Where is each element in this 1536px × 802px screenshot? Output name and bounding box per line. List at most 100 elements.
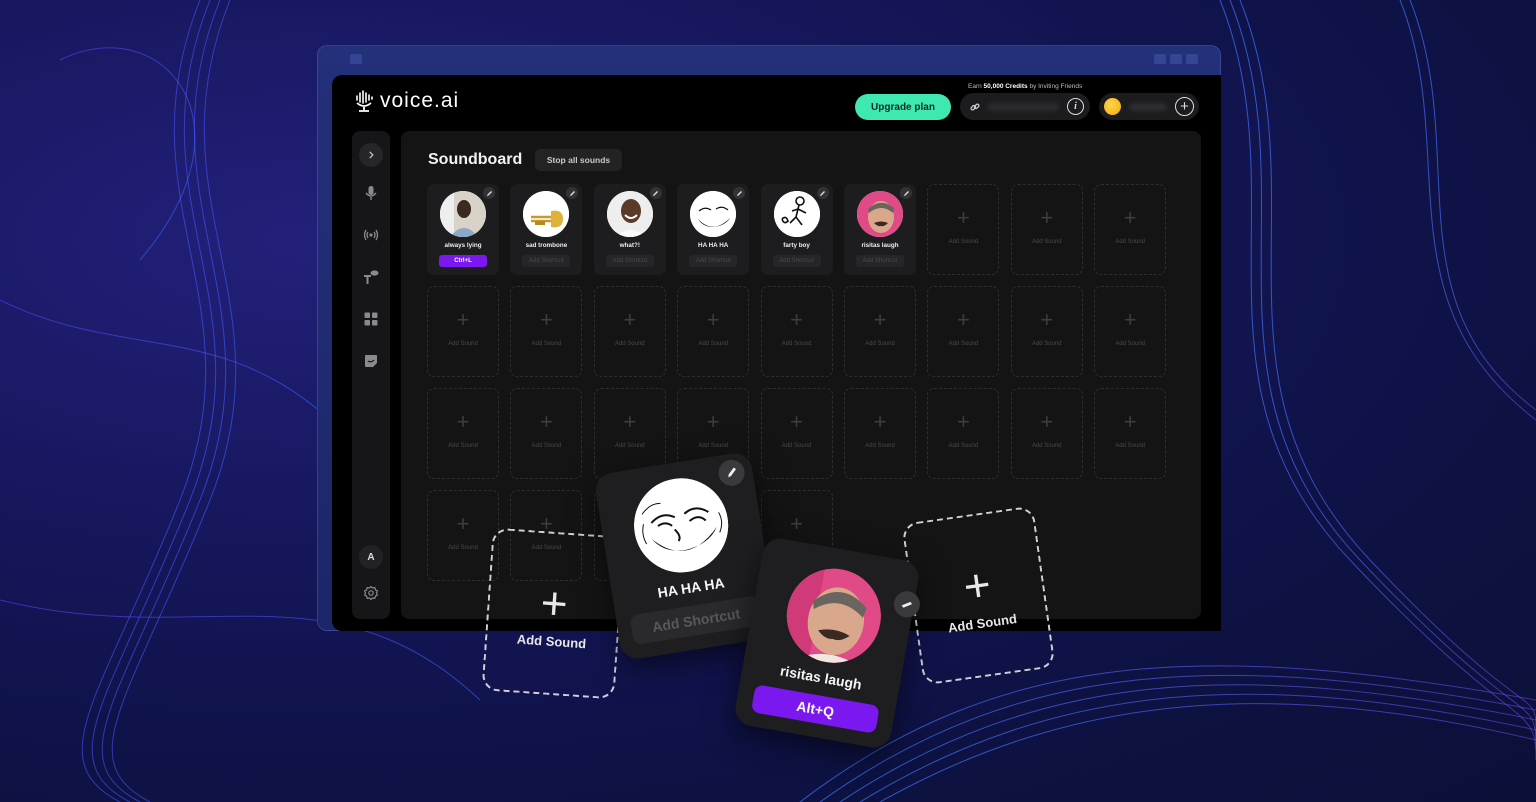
pencil-icon	[486, 190, 492, 196]
add-shortcut-button[interactable]: Add Shortcut	[605, 255, 654, 267]
add-shortcut-button[interactable]: Add Shortcut	[772, 255, 821, 267]
add-sound-label: Add Sound	[1031, 443, 1062, 449]
window-control[interactable]	[350, 54, 362, 64]
plus-icon: +	[623, 409, 637, 434]
plus-icon: +	[1123, 307, 1137, 332]
add-sound-slot[interactable]: + Add Sound	[427, 490, 499, 581]
add-sound-label: Add Sound	[698, 443, 729, 449]
info-icon[interactable]: i	[1067, 98, 1084, 115]
add-sound-slot[interactable]: + Add Sound	[427, 388, 499, 479]
sound-tile[interactable]: farty boy Add Shortcut	[760, 184, 833, 275]
add-sound-label: Add Sound	[865, 341, 895, 347]
upgrade-plan-button[interactable]: Upgrade plan	[855, 94, 951, 120]
sidebar: A	[352, 131, 390, 619]
add-sound-slot[interactable]: + Add Sound	[1094, 184, 1167, 275]
add-sound-slot[interactable]: + Add Sound	[927, 184, 1000, 275]
add-sound-label: Add Sound	[1115, 443, 1146, 449]
sound-avatar-trollface	[627, 471, 735, 580]
add-sound-slot[interactable]: + Add Sound	[427, 286, 499, 377]
add-sound-label: Add Sound	[1115, 239, 1146, 245]
add-shortcut-button[interactable]: Add Shortcut	[689, 255, 738, 267]
edit-sound-button[interactable]	[566, 187, 579, 199]
add-credits-button[interactable]: +	[1175, 97, 1194, 116]
plus-icon: +	[1123, 409, 1137, 434]
referral-link-field[interactable]: i	[960, 93, 1090, 120]
add-sound-slot[interactable]: + Add Sound	[510, 388, 583, 479]
edit-sound-button[interactable]	[733, 187, 746, 199]
add-sound-slot[interactable]: + Add Sound	[1094, 286, 1167, 377]
sound-name: sad trombone	[525, 242, 568, 249]
plus-icon: +	[873, 307, 887, 332]
plus-icon: +	[1040, 205, 1054, 230]
sound-tile[interactable]: HA HA HA Add Shortcut	[677, 184, 750, 275]
sound-tile[interactable]: sad trombone Add Shortcut	[510, 184, 583, 275]
settings-button[interactable]	[359, 581, 383, 605]
window-control[interactable]	[1186, 54, 1198, 64]
add-shortcut-button[interactable]: Add Shortcut	[856, 255, 904, 267]
add-sound-label: Add Sound	[781, 443, 812, 449]
add-sound-slot[interactable]: + Add Sound	[844, 388, 916, 479]
add-sound-slot[interactable]: + Add Sound	[1094, 388, 1167, 479]
sidebar-item-text-to-speech[interactable]	[359, 265, 383, 289]
add-sound-slot[interactable]: + Add Sound	[1010, 184, 1083, 275]
add-sound-slot[interactable]: + Add Sound	[927, 388, 1000, 479]
floating-add-sound-card[interactable]: + Add Sound	[901, 505, 1056, 686]
edit-sound-button[interactable]	[900, 187, 912, 199]
add-sound-label: Add Sound	[448, 341, 478, 347]
floating-sound-card-risitas[interactable]: risitas laugh Alt+Q	[732, 535, 922, 751]
sound-avatar	[773, 191, 820, 237]
sidebar-item-voice-changer[interactable]	[359, 181, 383, 205]
window-control[interactable]	[1154, 54, 1166, 64]
credits-balance: +	[1099, 93, 1199, 120]
plus-icon: +	[706, 307, 720, 332]
pencil-icon	[820, 190, 826, 196]
add-sound-slot[interactable]: + Add Sound	[510, 286, 583, 377]
sound-name: risitas laugh	[861, 242, 899, 249]
add-sound-slot[interactable]: + Add Sound	[1010, 388, 1083, 479]
add-sound-slot[interactable]: + Add Sound	[593, 286, 666, 377]
broadcast-icon	[363, 229, 379, 241]
plus-icon: +	[873, 409, 887, 434]
add-sound-label: Add Sound	[448, 443, 478, 449]
risitas-image	[779, 561, 889, 671]
add-shortcut-button[interactable]: Add Shortcut	[522, 255, 571, 267]
sound-avatar	[606, 191, 653, 237]
sound-tile[interactable]: what?! Add Shortcut	[593, 184, 666, 275]
shortcut-badge[interactable]: Ctrl+L	[439, 255, 487, 267]
plus-icon: +	[960, 557, 994, 613]
sidebar-item-soundboard[interactable]	[359, 307, 383, 331]
floating-add-sound-card[interactable]: + Add Sound	[481, 527, 626, 700]
edit-sound-button[interactable]	[483, 187, 495, 199]
add-sound-label: Add Sound	[531, 341, 562, 347]
add-sound-label: Add Sound	[698, 341, 729, 347]
stop-all-sounds-button[interactable]: Stop all sounds	[535, 149, 622, 171]
add-sound-slot[interactable]: + Add Sound	[760, 388, 833, 479]
add-sound-slot[interactable]: + Add Sound	[760, 286, 833, 377]
add-sound-slot[interactable]: + Add Sound	[677, 286, 750, 377]
add-shortcut-button[interactable]: Add Shortcut	[629, 595, 763, 646]
sound-avatar	[523, 191, 570, 237]
sound-tile[interactable]: always lying Ctrl+L	[427, 184, 499, 275]
plus-icon: +	[790, 307, 804, 332]
edit-sound-button[interactable]	[816, 187, 829, 199]
plus-icon: +	[706, 409, 720, 434]
add-sound-slot[interactable]: + Add Sound	[927, 286, 1000, 377]
plus-icon: +	[539, 409, 553, 434]
user-avatar[interactable]: A	[359, 545, 383, 569]
add-sound-slot[interactable]: + Add Sound	[1010, 286, 1083, 377]
edit-sound-button[interactable]	[716, 457, 747, 488]
sidebar-item-broadcast[interactable]	[359, 223, 383, 247]
sidebar-item-stickers[interactable]	[359, 349, 383, 373]
edit-sound-button[interactable]	[649, 187, 662, 199]
plus-icon: +	[456, 511, 470, 536]
add-sound-label: Add Sound	[448, 545, 478, 551]
sound-tile[interactable]: risitas laugh Add Shortcut	[844, 184, 916, 275]
sidebar-expand-button[interactable]	[359, 143, 383, 167]
window-control[interactable]	[1170, 54, 1182, 64]
add-sound-slot[interactable]: + Add Sound	[844, 286, 916, 377]
credits-value	[1129, 102, 1167, 111]
referral-link-value	[988, 102, 1059, 111]
plus-icon: +	[956, 409, 970, 434]
plus-icon: +	[1040, 307, 1054, 332]
trollface-image	[627, 471, 735, 580]
